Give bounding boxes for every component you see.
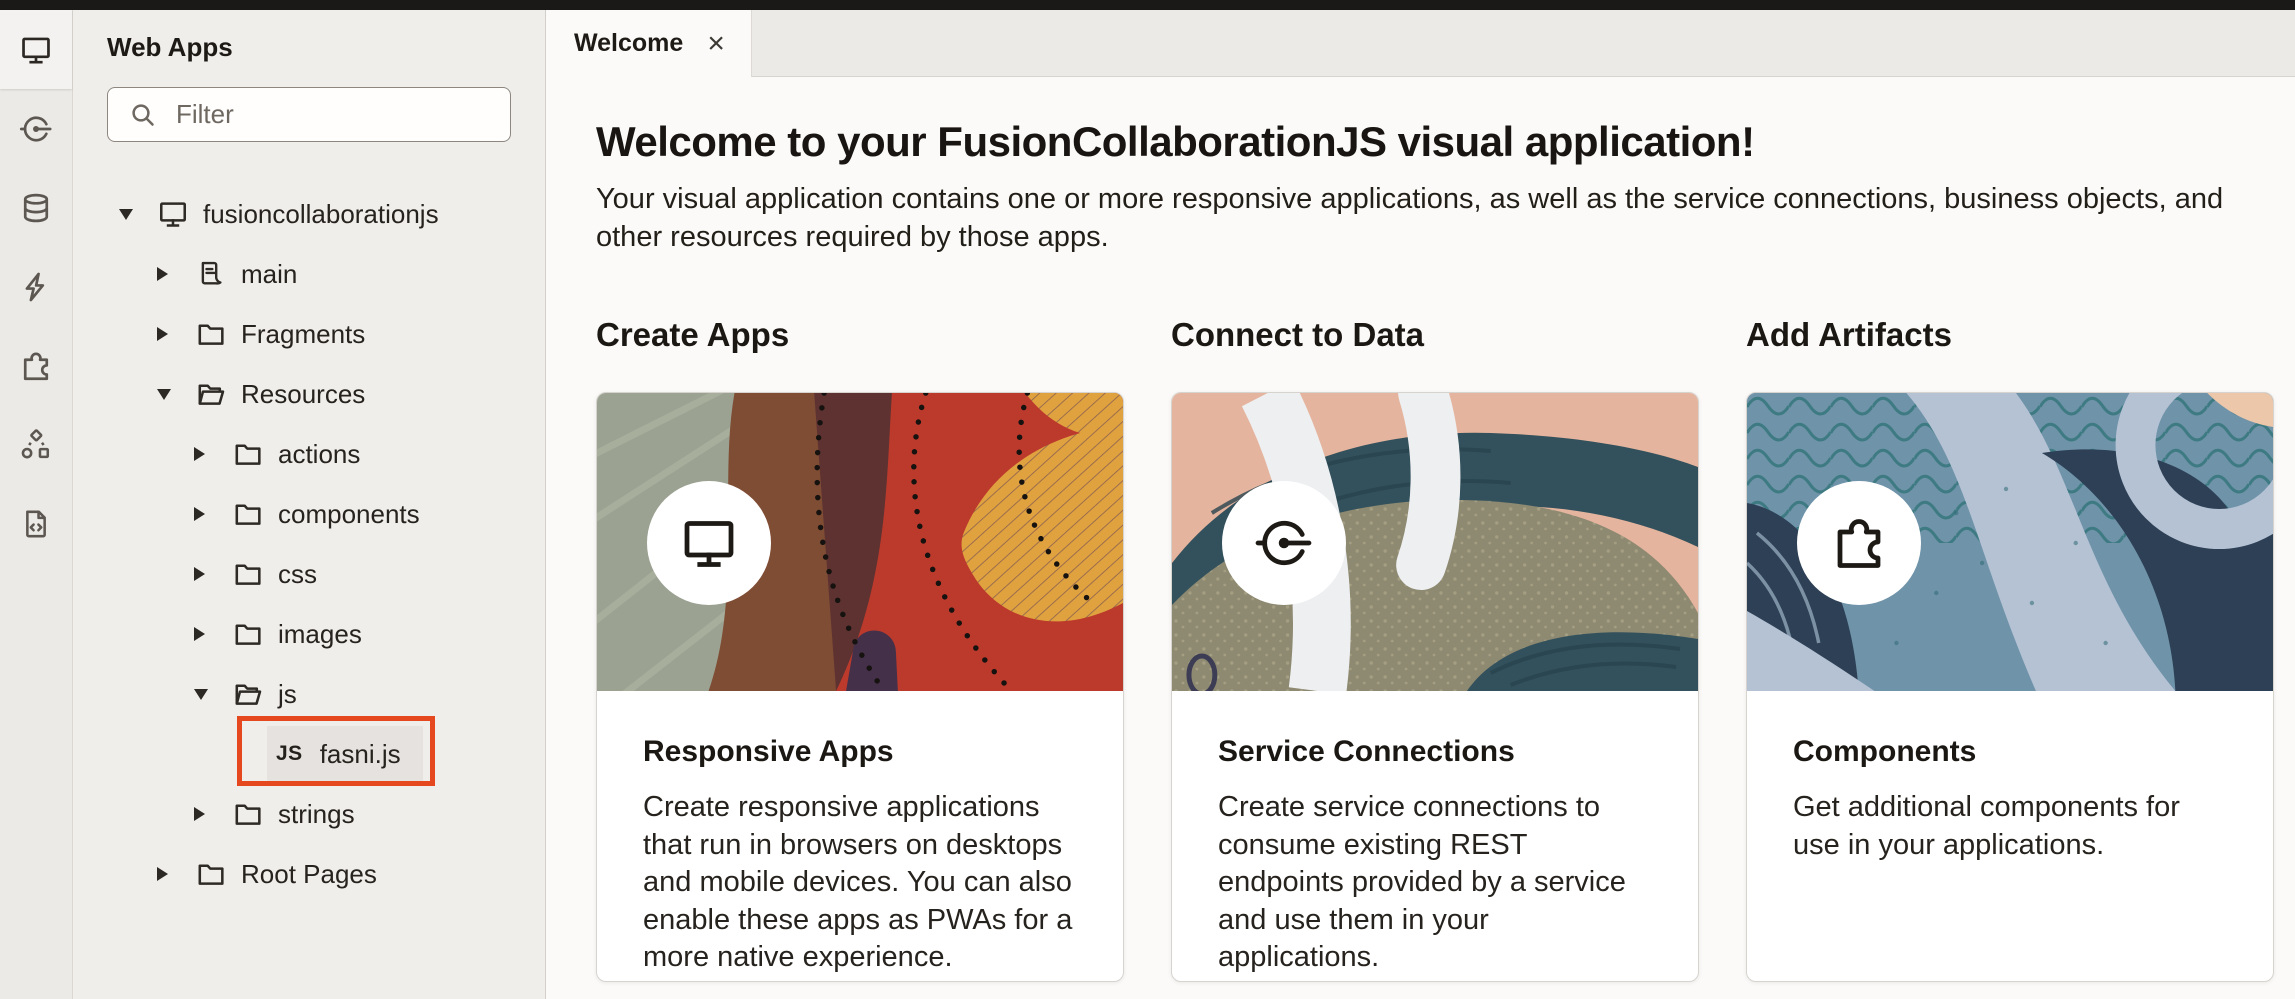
caret-right-icon[interactable]: [157, 267, 179, 281]
monitor-icon: [157, 198, 189, 230]
folder-icon: [232, 438, 264, 470]
js-file-badge: JS: [276, 742, 303, 766]
visual-builder-app: Web Apps fusioncollaborationjs main Frag…: [0, 10, 2295, 999]
tree-item-components[interactable]: components: [73, 484, 545, 544]
section-add-artifacts: Add Artifacts: [1746, 316, 2274, 982]
card-illustration: [1747, 393, 2273, 691]
tree-item-resources[interactable]: Resources: [73, 364, 545, 424]
caret-right-icon[interactable]: [157, 327, 179, 341]
tree-item-actions[interactable]: actions: [73, 424, 545, 484]
rail-item-web-apps[interactable]: [0, 10, 72, 89]
selected-tree-item[interactable]: JS fasni.js: [267, 726, 423, 782]
welcome-columns: Create Apps: [596, 316, 2255, 982]
tree-item-images[interactable]: images: [73, 604, 545, 664]
panel-title: Web Apps: [107, 32, 545, 63]
tree-item-strings[interactable]: strings: [73, 784, 545, 844]
rail-item-service-connections[interactable]: [0, 89, 72, 168]
card-icon-circle: [647, 481, 771, 605]
caret-right-icon[interactable]: [194, 567, 216, 581]
caret-down-icon[interactable]: [157, 389, 179, 400]
tree-item-fusioncollaborationjs[interactable]: fusioncollaborationjs: [73, 184, 545, 244]
card-title: Service Connections: [1218, 735, 1652, 769]
editor-tab-strip: Welcome ×: [546, 10, 2295, 77]
card-description: Create responsive applications that run …: [643, 789, 1077, 977]
shapes-icon: [19, 428, 53, 462]
caret-down-icon[interactable]: [119, 209, 141, 220]
service-connection-icon: [1254, 513, 1314, 573]
tree-item-css[interactable]: css: [73, 544, 545, 604]
rail-item-source[interactable]: [0, 484, 72, 563]
folder-icon: [195, 858, 227, 890]
filter-field[interactable]: [107, 87, 511, 142]
caret-down-icon[interactable]: [194, 689, 216, 700]
database-icon: [19, 191, 53, 225]
card-text: Responsive Apps Create responsive applic…: [597, 691, 1123, 977]
card-illustration: [1172, 393, 1698, 691]
monitor-icon: [679, 513, 739, 573]
tree-item-fragments[interactable]: Fragments: [73, 304, 545, 364]
navigator-icon-rail: [0, 10, 73, 999]
editor-area: Welcome × Welcome to your FusionCollabor…: [546, 10, 2295, 999]
card-responsive-apps[interactable]: Responsive Apps Create responsive applic…: [596, 392, 1124, 982]
code-file-icon: [19, 507, 53, 541]
card-icon-circle: [1797, 481, 1921, 605]
window-top-bar: [0, 0, 2295, 10]
section-header: Connect to Data: [1171, 316, 1699, 356]
tree-item-main[interactable]: main: [73, 244, 545, 304]
section-create-apps: Create Apps: [596, 316, 1124, 982]
folder-open-icon: [195, 378, 227, 410]
section-header: Create Apps: [596, 316, 1124, 356]
card-title: Responsive Apps: [643, 735, 1077, 769]
page-subtitle: Your visual application contains one or …: [596, 180, 2251, 256]
card-service-connections[interactable]: Service Connections Create service conne…: [1171, 392, 1699, 982]
tree-item-root-pages[interactable]: Root Pages: [73, 844, 545, 904]
card-components[interactable]: Components Get additional components for…: [1746, 392, 2274, 982]
folder-icon: [232, 558, 264, 590]
page-title: Welcome to your FusionCollaborationJS vi…: [596, 118, 2255, 166]
caret-right-icon[interactable]: [194, 507, 216, 521]
folder-icon: [232, 798, 264, 830]
search-icon: [128, 100, 158, 130]
rail-item-processes[interactable]: [0, 247, 72, 326]
card-text: Components Get additional components for…: [1747, 691, 2273, 864]
caret-right-icon[interactable]: [194, 807, 216, 821]
close-icon[interactable]: ×: [707, 29, 725, 59]
card-text: Service Connections Create service conne…: [1172, 691, 1698, 977]
caret-right-icon[interactable]: [157, 867, 179, 881]
page-icon: [195, 258, 227, 290]
section-header: Add Artifacts: [1746, 316, 2274, 356]
caret-right-icon[interactable]: [194, 627, 216, 641]
card-description: Get additional components for use in you…: [1793, 789, 2227, 864]
folder-icon: [232, 498, 264, 530]
card-description: Create service connections to consume ex…: [1218, 789, 1652, 977]
lightning-icon: [19, 270, 53, 304]
web-apps-panel: Web Apps fusioncollaborationjs main Frag…: [73, 10, 546, 999]
rail-item-layouts[interactable]: [0, 405, 72, 484]
puzzle-icon: [1829, 513, 1889, 573]
card-title: Components: [1793, 735, 2227, 769]
welcome-page: Welcome to your FusionCollaborationJS vi…: [546, 77, 2295, 982]
puzzle-icon: [19, 349, 53, 383]
monitor-icon: [19, 33, 53, 67]
caret-right-icon[interactable]: [194, 447, 216, 461]
folder-icon: [232, 618, 264, 650]
card-icon-circle: [1222, 481, 1346, 605]
folder-open-icon: [232, 678, 264, 710]
rail-item-components[interactable]: [0, 326, 72, 405]
section-connect-to-data: Connect to Data: [1171, 316, 1699, 982]
rail-item-business-objects[interactable]: [0, 168, 72, 247]
folder-icon: [195, 318, 227, 350]
tree-item-js[interactable]: js: [73, 664, 545, 724]
web-apps-tree: fusioncollaborationjs main Fragments Res…: [73, 184, 545, 904]
filter-input[interactable]: [176, 99, 494, 130]
tree-item-fasni-js[interactable]: JS fasni.js: [73, 724, 545, 784]
tab-welcome[interactable]: Welcome ×: [546, 10, 752, 77]
card-illustration: [597, 393, 1123, 691]
service-connection-icon: [19, 112, 53, 146]
